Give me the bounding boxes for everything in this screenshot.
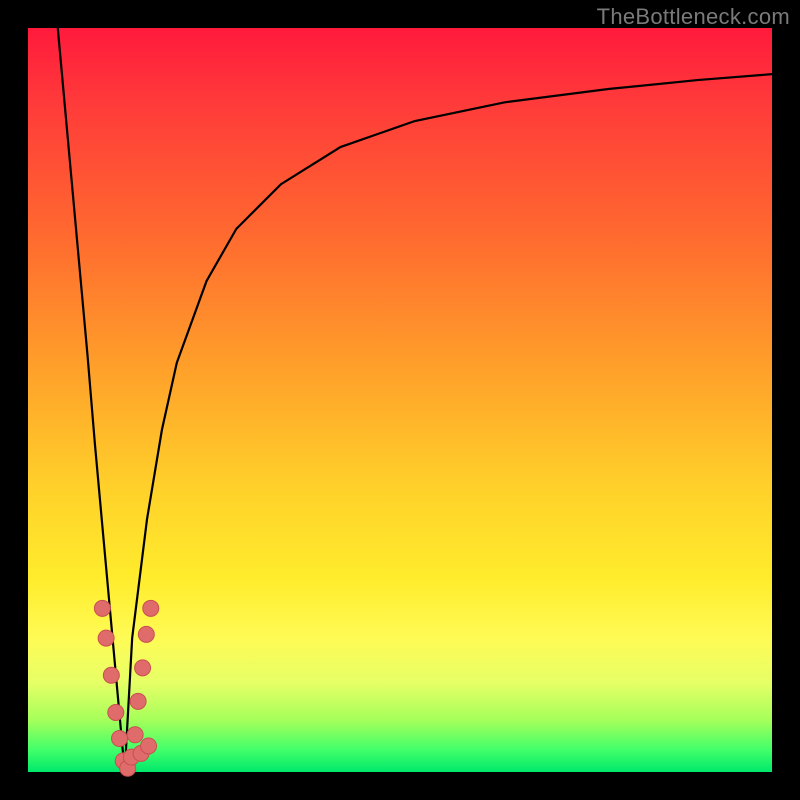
watermark-text: TheBottleneck.com bbox=[597, 4, 790, 30]
scatter-dot bbox=[103, 667, 119, 683]
scatter-dot bbox=[127, 727, 143, 743]
scatter-dot bbox=[143, 600, 159, 616]
scatter-dot bbox=[94, 600, 110, 616]
scatter-dot bbox=[138, 626, 154, 642]
curve-left-branch bbox=[58, 28, 125, 772]
curve-right-branch bbox=[125, 74, 772, 772]
chart-frame: TheBottleneck.com bbox=[0, 0, 800, 800]
plot-area bbox=[28, 28, 772, 772]
scatter-dot bbox=[135, 660, 151, 676]
scatter-dot bbox=[130, 693, 146, 709]
scatter-dot bbox=[141, 738, 157, 754]
chart-svg bbox=[28, 28, 772, 772]
scatter-dot bbox=[112, 731, 128, 747]
scatter-dot bbox=[98, 630, 114, 646]
scatter-dot bbox=[108, 704, 124, 720]
